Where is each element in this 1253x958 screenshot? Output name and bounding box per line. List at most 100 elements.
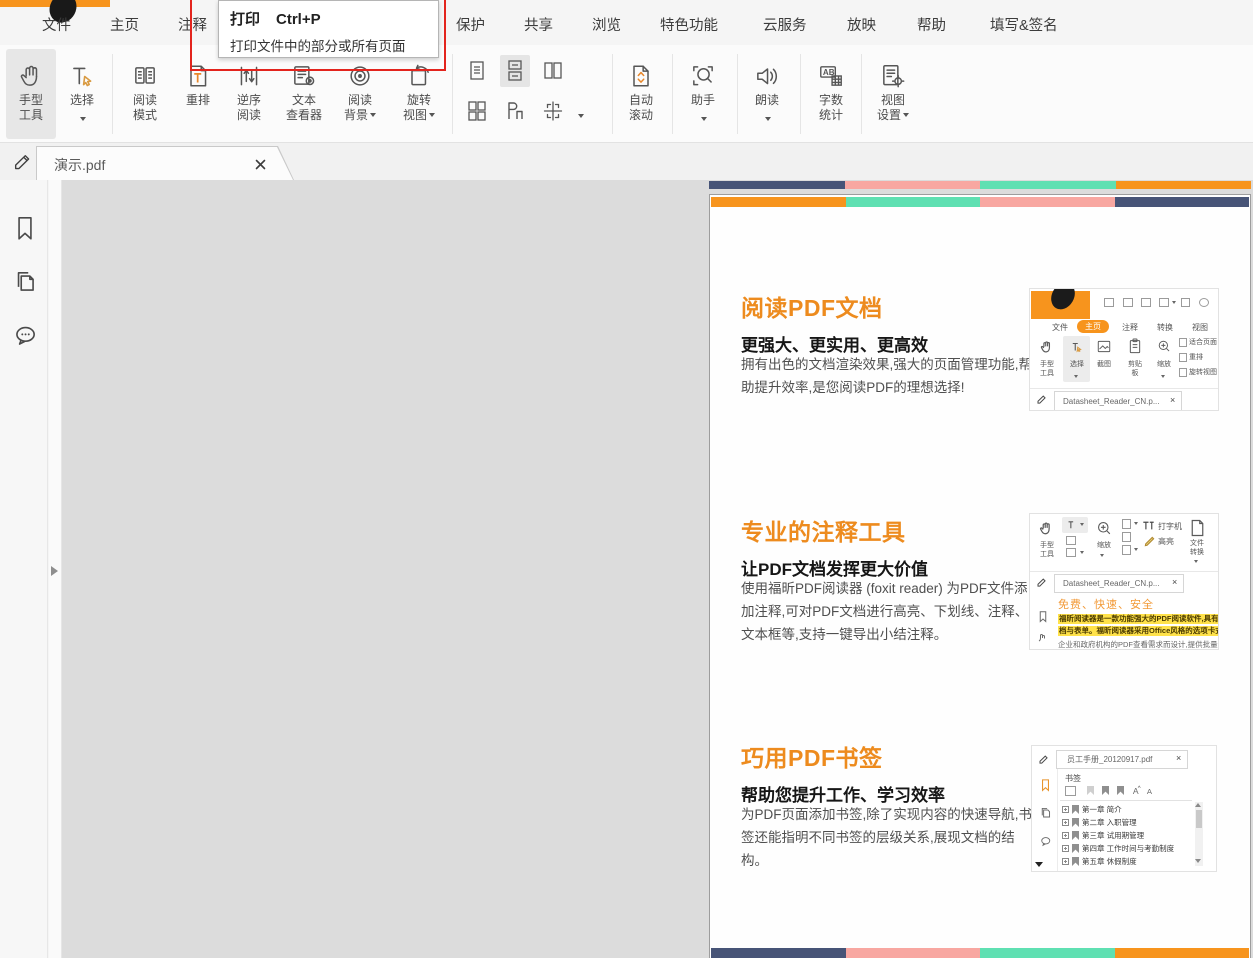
expand-panel-arrow[interactable] [51, 566, 58, 576]
mini-menu-comment: 注释 [1122, 322, 1138, 333]
book-icon [130, 54, 160, 90]
app-window: 文件 主页 注释 保护 共享 浏览 特色功能 云服务 放映 帮助 填写&签名 手… [0, 0, 1253, 958]
read-mode-button[interactable]: 阅读 模式 [120, 49, 170, 139]
mini-close-icon: × [1170, 396, 1175, 405]
assistant-label: 助手 [691, 93, 715, 108]
mini-bookmark-item: 第五章 休假制度 [1062, 856, 1137, 867]
mini-fit-page-label: 适合页面 [1189, 339, 1219, 348]
mini-mail-icon [1159, 298, 1169, 307]
reverse-read-icon [235, 54, 263, 90]
document-viewport[interactable]: 阅读PDF文档 更强大、更实用、更高效 拥有出色的文档渲染效果,强大的页面管理功… [62, 180, 1253, 958]
reflow-button[interactable]: 重排 [175, 49, 221, 139]
mini-document-tab: Datasheet_Reader_CN.p... [1054, 574, 1184, 593]
mini-bookmark-icon [1087, 786, 1094, 795]
word-count-icon: AB [817, 54, 845, 90]
mini-highlighted-text: 福昕阅读器是一款功能强大的PDF阅读软件,具有 [1058, 614, 1219, 624]
chevron-down-icon [370, 113, 376, 117]
document-tab[interactable]: 演示.pdf [36, 146, 294, 180]
select-button[interactable]: 选择 [60, 49, 104, 139]
mini-open-icon [1104, 298, 1114, 307]
menu-tab-comment[interactable]: 注释 [178, 14, 207, 35]
mini-page-icon [1181, 298, 1190, 307]
mini-menu-convert: 转换 [1157, 322, 1173, 333]
layout-quad-button[interactable] [462, 95, 492, 127]
select-label: 选择 [70, 93, 94, 108]
divider [1057, 769, 1058, 872]
rotate-view-button[interactable]: 旋转 视图 [392, 49, 446, 139]
toolbar-separator [672, 54, 673, 134]
mini-bookmark-item: 第二章 入职管理 [1062, 817, 1137, 828]
menu-tab-home[interactable]: 主页 [110, 14, 139, 35]
mini-bookmark-item: 第三章 试用期管理 [1062, 830, 1144, 841]
ribbon-toolbar: 手型 工具 选择 阅读 模式 [0, 45, 1253, 143]
section-3-body: 为PDF页面添加书签,除了实现内容的快速导航,书签还能指明不同书签的层级关系,展… [741, 803, 1033, 872]
section-1-heading: 阅读PDF文档 [741, 289, 883, 323]
menu-tab-fill-sign[interactable]: 填写&签名 [990, 14, 1058, 35]
previous-page-fragment [709, 181, 1251, 189]
menu-tab-view[interactable]: 浏览 [592, 14, 621, 35]
comments-panel-icon[interactable] [12, 322, 38, 348]
layout-single-page-button[interactable] [462, 55, 492, 87]
layout-continuous-button[interactable] [500, 55, 530, 87]
mini-bookmark-icon [1102, 786, 1109, 795]
mini-page-tool-icon [1122, 519, 1131, 529]
chevron-down-icon [1161, 375, 1165, 378]
section-2-heading: 专业的注释工具 [741, 513, 906, 547]
text-viewer-icon [290, 54, 318, 90]
menu-tab-slideshow[interactable]: 放映 [847, 14, 876, 35]
menu-tab-features[interactable]: 特色功能 [660, 14, 718, 35]
chevron-down-icon [765, 117, 771, 121]
chevron-down-icon [80, 117, 86, 121]
mini-reflow-label: 重排 [1189, 354, 1219, 363]
layout-split-button[interactable] [538, 95, 568, 127]
hand-tool-button[interactable]: 手型 工具 [6, 49, 56, 139]
assistant-magnifier-icon [689, 54, 717, 90]
target-circles-icon [346, 54, 374, 90]
pdf-page: 阅读PDF文档 更强大、更实用、更高效 拥有出色的文档渲染效果,强大的页面管理功… [709, 194, 1251, 958]
thumbnail-bookmarks: 员工手册_20120917.pdf × 书签 A A 第一章 简介 [1031, 745, 1217, 872]
layout-dropdown-caret[interactable] [576, 107, 584, 125]
chevron-down-icon [1080, 551, 1084, 554]
speaker-icon [753, 54, 781, 90]
close-tab-icon[interactable] [255, 157, 266, 175]
mini-close-icon: × [1172, 578, 1177, 587]
read-background-button[interactable]: 阅读 背景 [334, 49, 386, 139]
mini-undo-icon [1199, 298, 1209, 307]
layout-cover-facing-button[interactable] [500, 95, 530, 127]
rotate-view-label: 旋转 视图 [403, 93, 435, 123]
menu-tab-share[interactable]: 共享 [524, 14, 553, 35]
mini-highlight-label: 高亮 [1158, 536, 1174, 547]
view-settings-button[interactable]: 视图 设置 [866, 49, 920, 139]
layout-two-page-button[interactable] [538, 55, 568, 87]
svg-text:A: A [1147, 787, 1153, 796]
hand-icon [17, 54, 45, 90]
read-aloud-button[interactable]: 朗读 [743, 49, 791, 139]
auto-scroll-icon [627, 54, 655, 90]
divider [1030, 388, 1219, 389]
edit-pencil-icon[interactable] [12, 150, 34, 177]
chevron-down-icon [1194, 560, 1198, 563]
mini-page-tool-icon [1122, 532, 1131, 542]
page-top-stripe [711, 197, 1249, 207]
bookmarks-panel-icon[interactable] [12, 214, 38, 240]
reverse-read-label: 逆序 阅读 [237, 93, 261, 123]
mini-menu-home-active: 主页 [1077, 320, 1109, 333]
menu-tab-cloud[interactable]: 云服务 [763, 14, 807, 35]
auto-scroll-button[interactable]: 自动 滚动 [616, 49, 666, 139]
word-count-button[interactable]: AB 字数 统计 [805, 49, 857, 139]
text-viewer-label: 文本 查看器 [286, 93, 322, 123]
reverse-read-button[interactable]: 逆序 阅读 [225, 49, 273, 139]
menu-tab-protect[interactable]: 保护 [456, 14, 485, 35]
chevron-down-icon [701, 117, 707, 121]
assistant-button[interactable]: 助手 [679, 49, 727, 139]
menu-tab-file[interactable]: 文件 [42, 14, 71, 35]
mini-file-convert-label: 文件 转换 [1184, 540, 1210, 557]
section-3-heading: 巧用PDF书签 [741, 739, 883, 773]
hand-tool-label: 手型 工具 [19, 93, 43, 123]
view-settings-label: 视图 设置 [877, 93, 909, 123]
text-viewer-button[interactable]: 文本 查看器 [277, 49, 331, 139]
document-tab-title: 演示.pdf [54, 155, 105, 175]
auto-scroll-label: 自动 滚动 [629, 93, 653, 123]
menu-tab-help[interactable]: 帮助 [917, 14, 946, 35]
pages-panel-icon[interactable] [12, 268, 38, 294]
